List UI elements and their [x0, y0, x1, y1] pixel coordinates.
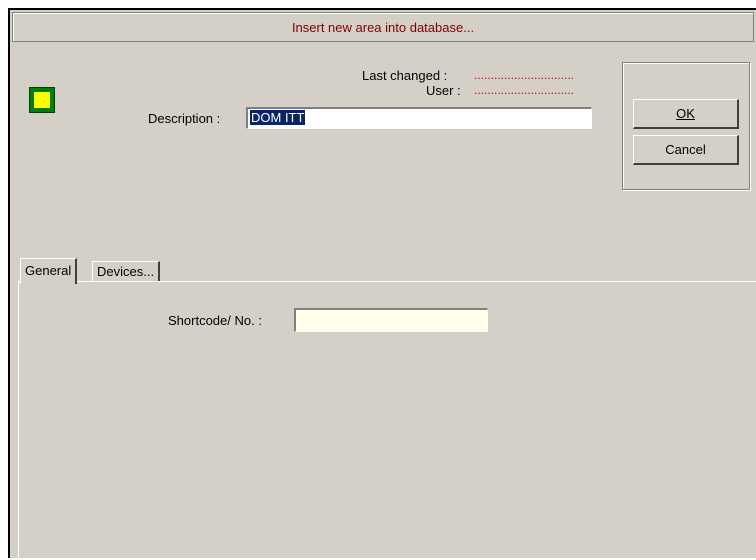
user-label: User :	[426, 83, 461, 98]
button-group: OK Cancel	[622, 62, 750, 190]
shortcode-label: Shortcode/ No. :	[168, 313, 262, 328]
shortcode-input[interactable]	[294, 308, 488, 332]
user-value: ..............................	[474, 83, 575, 97]
tab-devices[interactable]: Devices...	[92, 261, 161, 282]
dialog-title: Insert new area into database...	[12, 12, 754, 42]
ok-button[interactable]: OK	[633, 99, 739, 129]
description-selected-text: DOM ITT	[250, 110, 306, 125]
dialog-window: Insert new area into database... Last ch…	[8, 8, 756, 560]
description-input[interactable]: DOM ITT	[246, 107, 592, 129]
last-changed-value: ..............................	[474, 68, 575, 82]
cancel-button[interactable]: Cancel	[633, 135, 739, 165]
last-changed-label: Last changed :	[362, 68, 448, 83]
area-color-icon[interactable]	[29, 87, 55, 113]
ok-button-label: OK	[676, 106, 695, 121]
tab-general[interactable]: General	[20, 258, 78, 284]
description-label: Description :	[148, 111, 221, 126]
